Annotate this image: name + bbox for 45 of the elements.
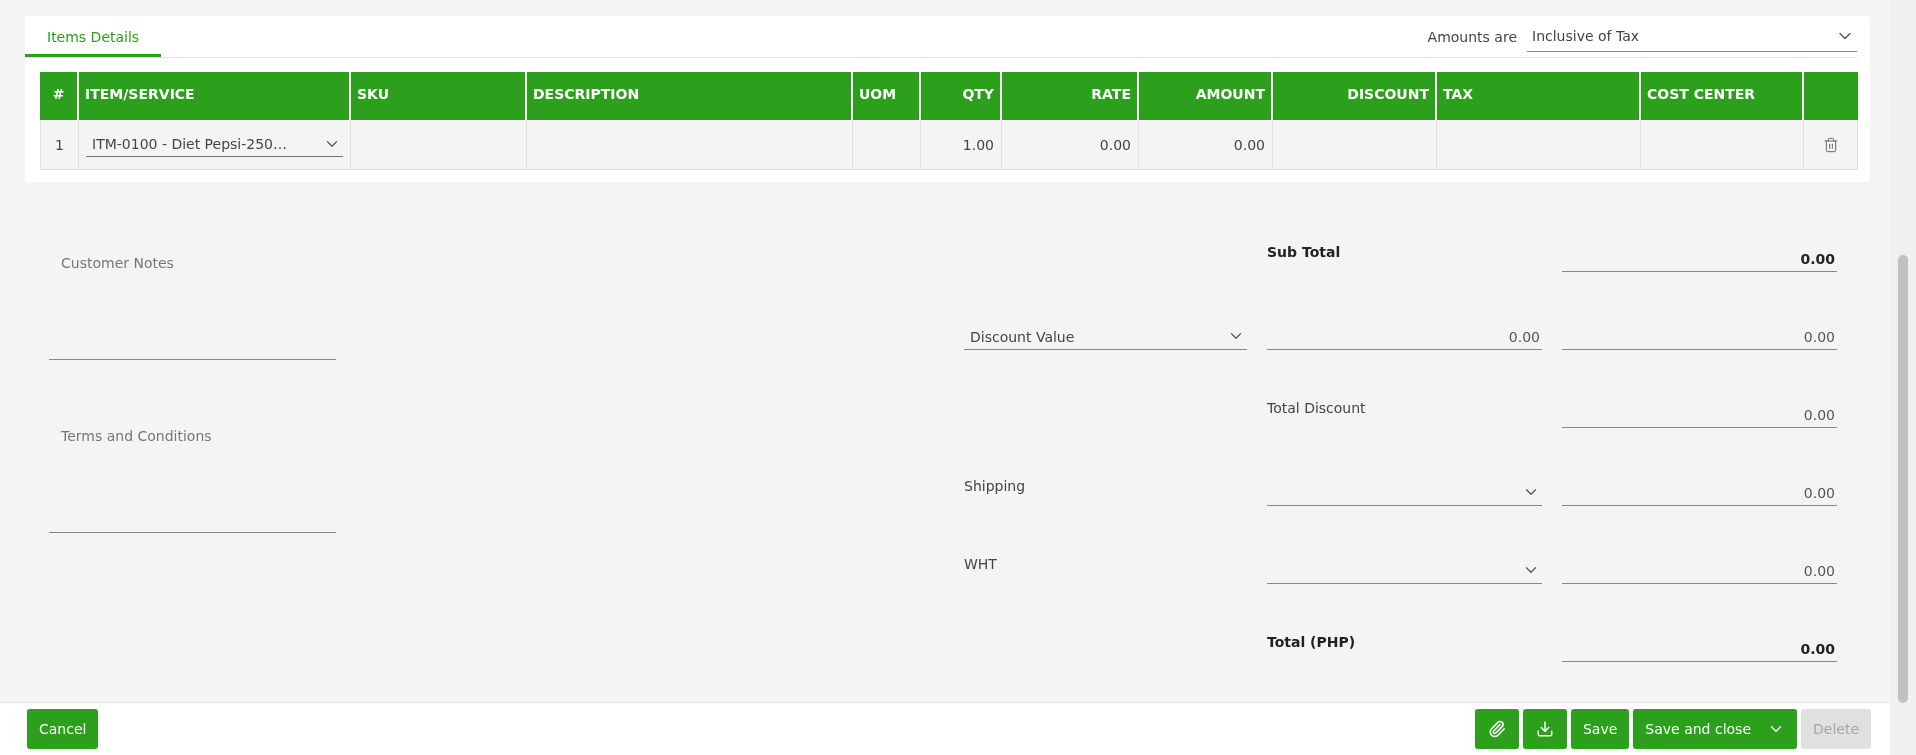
summary-label: Shipping	[964, 478, 1027, 494]
table-cell: 0.00	[1139, 120, 1273, 170]
column-header: QTY	[921, 72, 1002, 120]
column-header: AMOUNT	[1139, 72, 1273, 120]
total-value-field: 0.00	[1562, 622, 1837, 662]
discount-input[interactable]: 0.00	[1267, 310, 1542, 350]
summary-label: Total (PHP)	[1267, 634, 1357, 650]
items-details-tab[interactable]: Items Details	[25, 16, 162, 57]
summary-label: Sub Total	[1267, 244, 1342, 260]
discount-type-select[interactable]: Discount Value	[964, 310, 1247, 350]
download-icon	[1535, 720, 1554, 738]
summary-label: Total Discount	[1267, 400, 1367, 416]
summary-label: WHT	[964, 556, 998, 572]
column-header: #	[40, 72, 79, 120]
notes-field[interactable]: Customer Notes	[49, 255, 336, 360]
column-header: DESCRIPTION	[527, 72, 853, 120]
amounts-label: Amounts are	[1427, 28, 1517, 45]
table-cell	[853, 120, 921, 170]
amount-field[interactable]: 0.00	[1562, 466, 1837, 506]
delete-icon[interactable]	[1822, 136, 1839, 153]
amount-field: 0.00	[1562, 388, 1837, 428]
column-header: SKU	[351, 72, 527, 120]
download-button[interactable]	[1522, 709, 1567, 749]
action-button[interactable]: Save	[1570, 709, 1630, 749]
column-header: UOM	[853, 72, 921, 120]
total-value-field: 0.00	[1562, 232, 1837, 272]
notes-field[interactable]: Terms and Conditions	[49, 428, 336, 533]
paperclip-icon	[1487, 720, 1506, 738]
column-header: TAX	[1437, 72, 1641, 120]
column-header	[1804, 72, 1858, 120]
table-cell: 1.00	[921, 120, 1002, 170]
amount-field[interactable]: 0.00	[1562, 544, 1837, 584]
column-header: COST CENTER	[1641, 72, 1804, 120]
cancel-button[interactable]: Cancel	[27, 709, 99, 749]
scrollbar-thumb[interactable]	[1898, 255, 1908, 703]
discount-amount-field: 0.00	[1562, 310, 1837, 350]
save-and-close-button[interactable]: Save and close	[1633, 709, 1797, 749]
column-header: RATE	[1002, 72, 1139, 120]
table-cell: 0.00	[1002, 120, 1139, 170]
item-select[interactable]: ITM-0100 - Diet Pepsi-250…	[86, 132, 343, 157]
column-header: DISCOUNT	[1273, 72, 1437, 120]
column-header: ITEM/SERVICE	[79, 72, 351, 120]
tax-mode-select[interactable]: Inclusive of Tax	[1527, 21, 1857, 52]
attach-button[interactable]	[1474, 709, 1519, 749]
table-cell: 1	[40, 120, 79, 170]
